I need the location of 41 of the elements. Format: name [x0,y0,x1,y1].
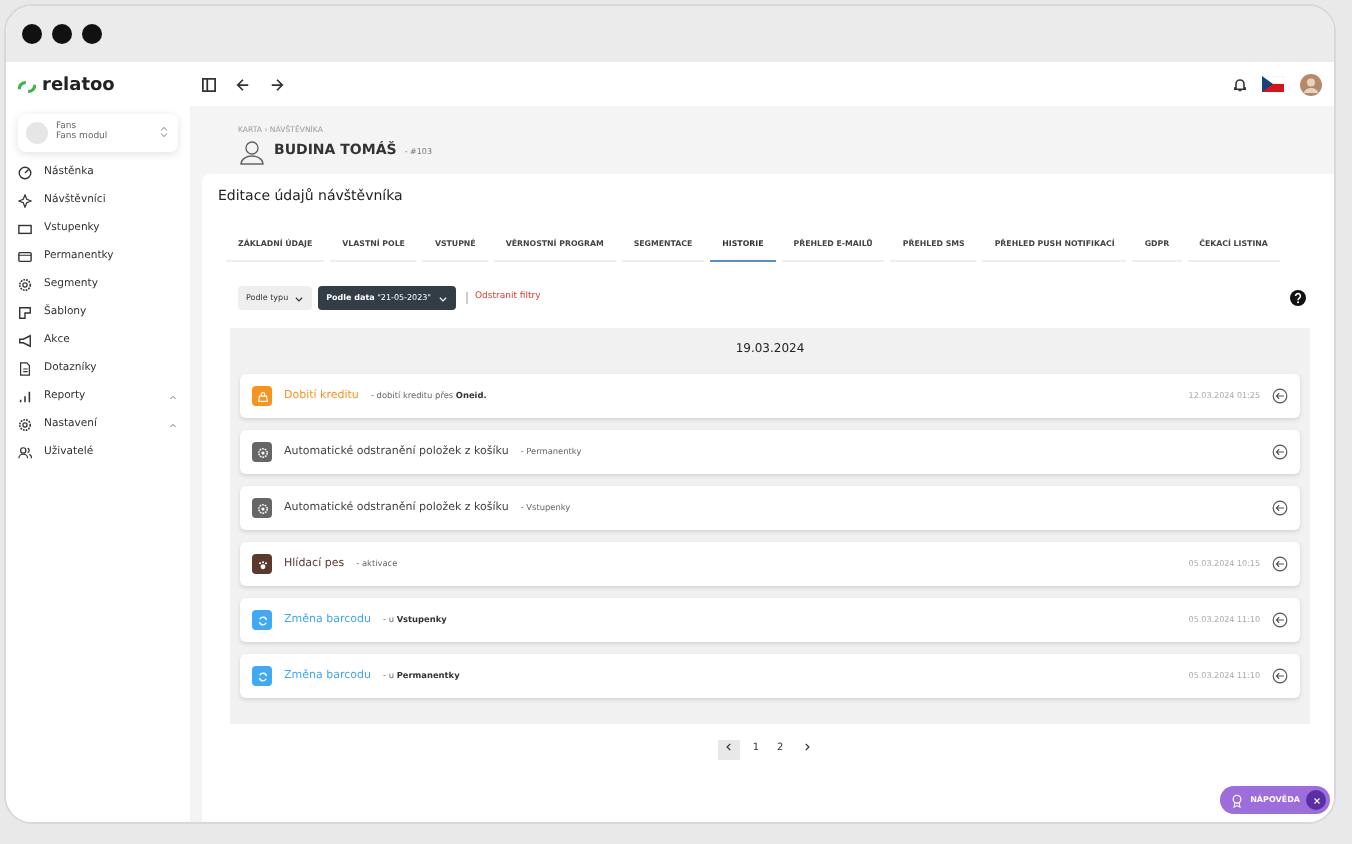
sparkle-icon [18,194,32,208]
card-icon [18,250,32,264]
window-dot [22,24,42,44]
x-icon [1311,795,1321,805]
gear-icon [18,418,32,432]
org-avatar-icon [26,121,48,143]
flag-icon[interactable] [1262,76,1284,92]
circled-arrow-icon[interactable] [1272,556,1288,573]
close-icon[interactable] [1306,790,1326,810]
bell-icon[interactable] [1234,77,1246,91]
chevron-up-icon [168,392,178,402]
chevron-up-icon [168,420,178,430]
user-silhouette-icon [238,137,266,166]
circled-arrow-icon[interactable] [1272,668,1288,685]
back-arrow-icon[interactable] [236,77,250,91]
window-dot [82,24,102,44]
avatar-icon[interactable] [1300,73,1322,95]
caret-icon [294,293,305,304]
circled-arrow-icon[interactable] [1272,500,1288,517]
circled-arrow-icon[interactable] [1272,444,1288,461]
circled-arrow-icon[interactable] [1272,612,1288,629]
users-icon [18,446,32,460]
updown-chevron-icon [158,126,170,138]
gauge-icon [18,166,32,180]
help-icon[interactable] [1290,290,1306,307]
chevron-right-icon [801,742,812,753]
ticket-icon [18,222,32,236]
forward-arrow-icon[interactable] [270,77,284,91]
megaphone-icon [18,334,32,348]
bar-chart-icon [18,390,32,404]
logo-text: relatoo [42,74,115,100]
gear-icon [18,278,32,292]
document-icon [18,362,32,376]
template-icon [18,306,32,320]
chevron-left-icon [724,742,735,753]
award-icon [1230,793,1245,807]
sidebar-toggle-icon[interactable] [202,77,216,91]
window-dot [52,24,72,44]
circled-arrow-icon[interactable] [1272,388,1288,405]
logo-icon [18,78,36,97]
caret-icon [437,293,448,304]
